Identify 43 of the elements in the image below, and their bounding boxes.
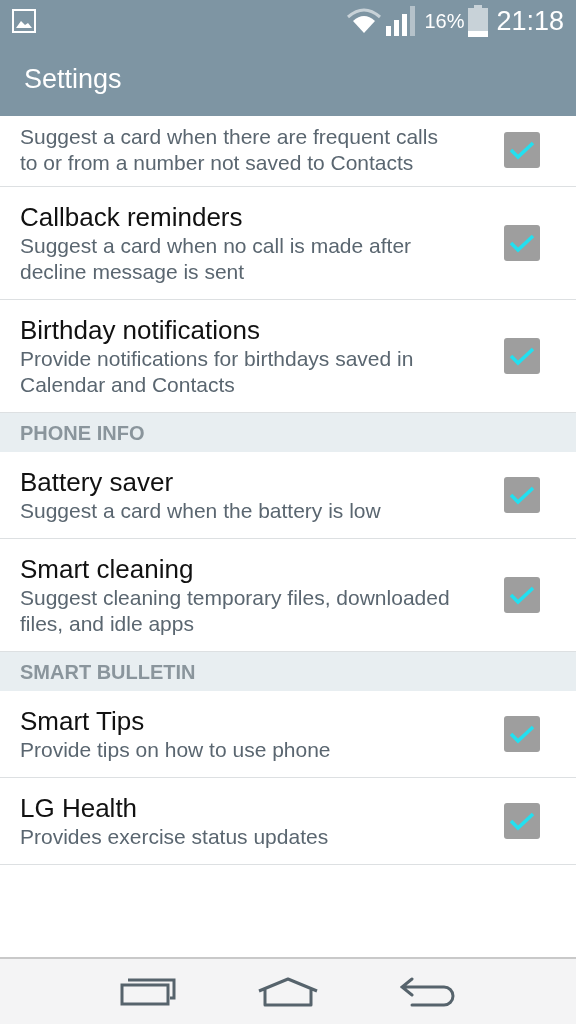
home-icon[interactable] xyxy=(257,976,319,1007)
app-title: Settings xyxy=(24,62,122,96)
checkmark-icon xyxy=(509,140,535,160)
setting-description: Suggest a card when there are frequent calls to or from a number not saved to Contacts xyxy=(20,124,439,176)
setting-description: Suggest cleaning temporary files, downloaded files, and idle apps xyxy=(20,585,451,637)
setting-row[interactable]: Smart Tips Provide tips on how to use phone xyxy=(0,691,576,778)
setting-description: Provide tips on how to use phone xyxy=(20,737,332,763)
setting-title: Smart cleaning xyxy=(20,553,195,585)
checkmark-icon xyxy=(509,485,535,505)
wifi-icon xyxy=(346,7,383,35)
checkbox[interactable] xyxy=(504,338,540,374)
setting-description: Suggest a card when the battery is low xyxy=(20,498,382,524)
checkbox[interactable] xyxy=(504,477,540,513)
checkbox[interactable] xyxy=(504,803,540,839)
checkbox[interactable] xyxy=(504,225,540,261)
setting-description: Provides exercise status updates xyxy=(20,824,330,850)
setting-title: Battery saver xyxy=(20,466,175,498)
battery-icon xyxy=(468,5,489,37)
setting-title: Callback reminders xyxy=(20,201,244,233)
setting-row[interactable]: LG Health Provides exercise status updates xyxy=(0,778,576,865)
battery-percent: 16% xyxy=(424,9,465,34)
setting-title: LG Health xyxy=(20,792,139,824)
setting-row[interactable]: Suggest a card when there are frequent calls to or from a number not saved to Contacts xyxy=(0,116,576,187)
clock: 21:18 xyxy=(496,4,564,38)
recent-apps-icon[interactable] xyxy=(120,977,177,1006)
setting-row[interactable]: Callback reminders Suggest a card when no call is made after decline message is sent xyxy=(0,187,576,300)
setting-title: Smart Tips xyxy=(20,705,146,737)
checkmark-icon xyxy=(509,585,535,605)
checkbox[interactable] xyxy=(504,716,540,752)
setting-row[interactable]: Battery saver Suggest a card when the battery is low xyxy=(0,452,576,539)
setting-description: Suggest a card when no call is made after decline message is sent xyxy=(20,233,413,285)
checkmark-icon xyxy=(509,811,535,831)
section-header: PHONE INFO xyxy=(0,413,576,452)
image-icon xyxy=(12,9,36,33)
checkmark-icon xyxy=(509,346,535,366)
back-icon[interactable] xyxy=(399,976,456,1007)
setting-title: Birthday notifications xyxy=(20,314,261,346)
checkmark-icon xyxy=(509,233,535,253)
checkbox[interactable] xyxy=(504,132,540,168)
checkmark-icon xyxy=(509,724,535,744)
checkbox[interactable] xyxy=(504,577,540,613)
section-header: SMART BULLETIN xyxy=(0,652,576,691)
setting-description: Provide notifications for birthdays saved in Calendar and Contacts xyxy=(20,346,415,398)
